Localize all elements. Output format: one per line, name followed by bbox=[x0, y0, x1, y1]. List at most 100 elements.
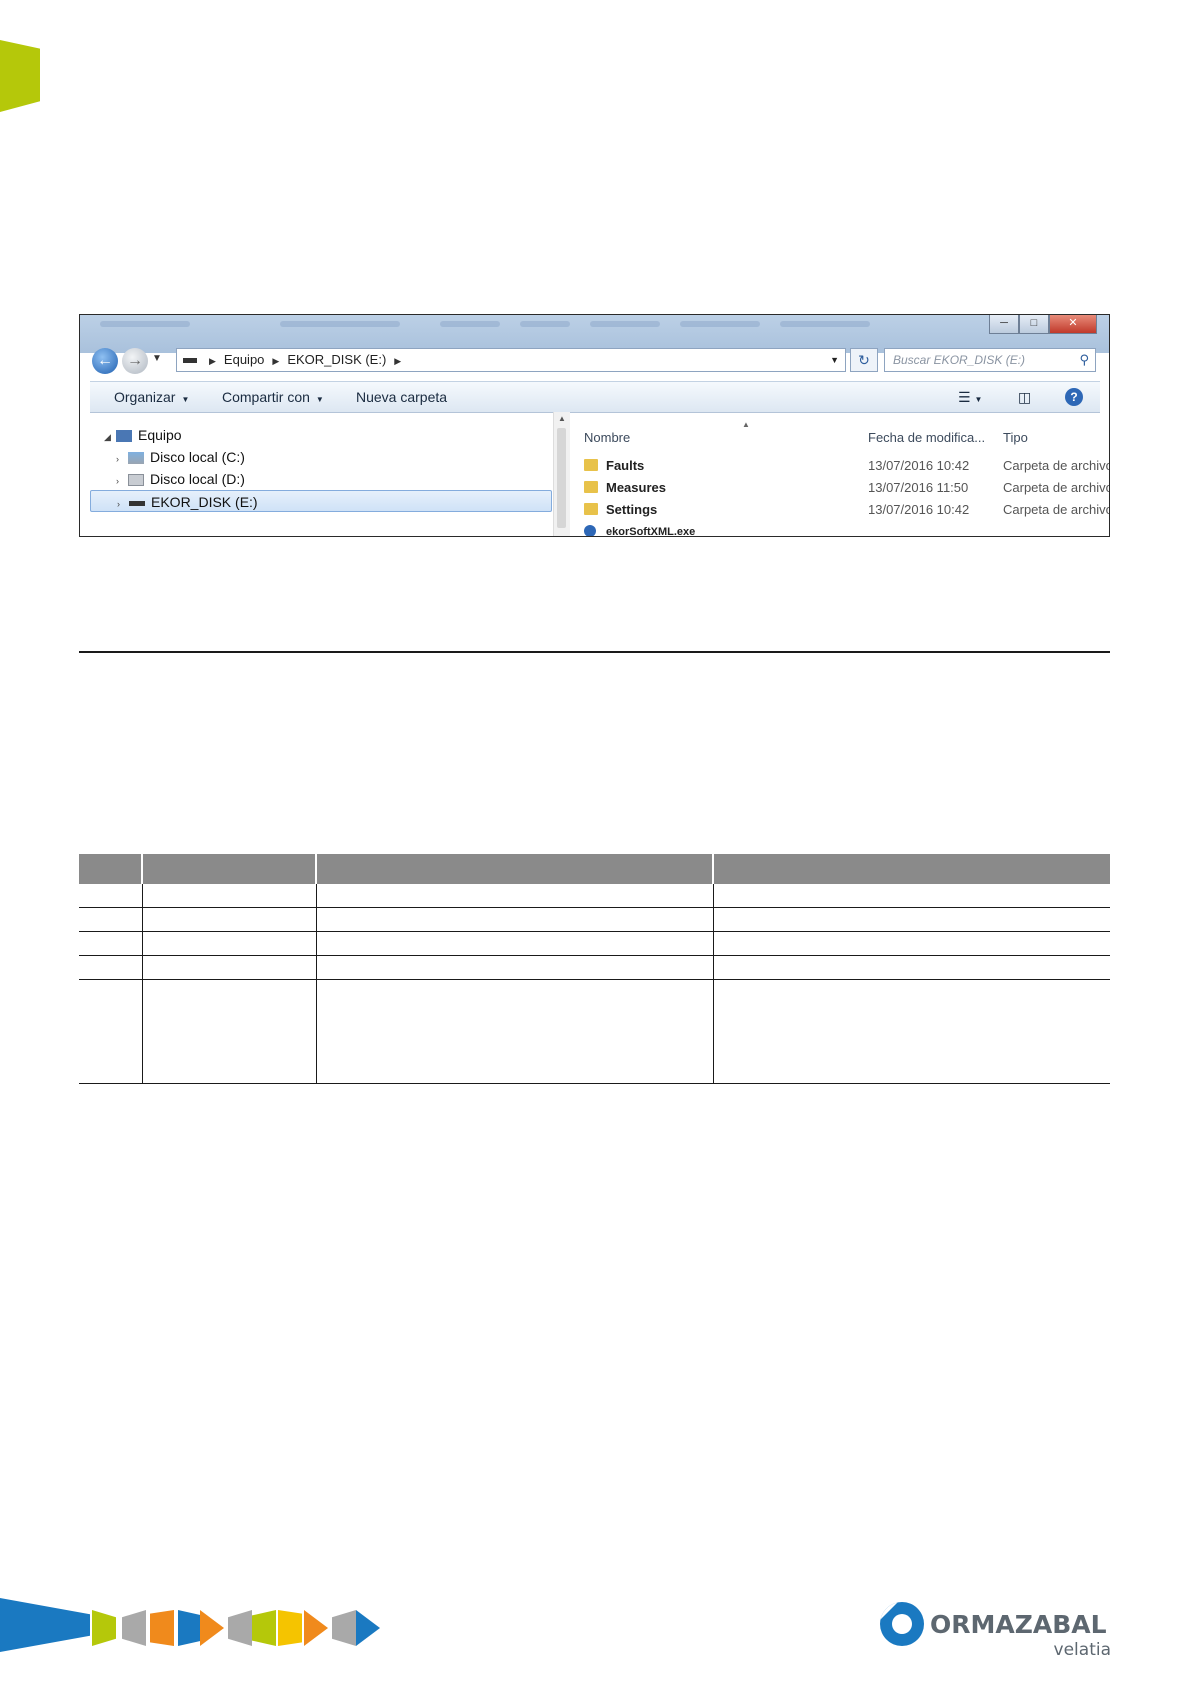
help-icon[interactable]: ? bbox=[1065, 388, 1083, 406]
address-bar[interactable]: ▶ Equipo ▶ EKOR_DISK (E:) ▶ ▼ bbox=[176, 348, 846, 372]
drive-icon bbox=[128, 452, 144, 465]
file-list: ▲ Nombre Fecha de modifica... Tipo Fault… bbox=[580, 412, 1110, 537]
column-header-type[interactable]: Tipo bbox=[1003, 430, 1028, 445]
table-cell bbox=[315, 931, 713, 956]
tree-item-computer[interactable]: ◢ Equipo bbox=[104, 424, 182, 446]
file-name: Faults bbox=[606, 458, 645, 473]
table-cell bbox=[315, 907, 713, 932]
minimize-button[interactable]: ─ bbox=[989, 315, 1019, 334]
expand-icon[interactable]: › bbox=[116, 448, 128, 470]
organize-button[interactable]: Organizar ▼ bbox=[114, 382, 189, 415]
preview-pane-icon[interactable]: ◫ bbox=[1018, 382, 1031, 412]
decor-shape bbox=[332, 1610, 356, 1646]
table-cell bbox=[79, 931, 142, 956]
table-cell bbox=[712, 907, 1110, 932]
file-row[interactable]: ekorSoftXML.exe bbox=[580, 521, 1109, 537]
table-cell bbox=[141, 931, 316, 956]
computer-icon bbox=[116, 430, 132, 443]
decor-shape bbox=[252, 1610, 276, 1646]
address-dropdown-icon[interactable]: ▼ bbox=[830, 349, 839, 371]
forward-button[interactable]: → bbox=[122, 348, 148, 374]
expand-icon[interactable]: › bbox=[117, 493, 129, 515]
decor-shape bbox=[278, 1610, 302, 1646]
file-date: 13/07/2016 10:42 bbox=[868, 458, 970, 473]
decor-shape bbox=[228, 1610, 252, 1646]
search-icon[interactable]: ⚲ bbox=[1079, 349, 1089, 371]
share-button[interactable]: Compartir con ▼ bbox=[222, 382, 324, 415]
column-header-name[interactable]: Nombre bbox=[584, 430, 630, 445]
table-cell bbox=[712, 931, 1110, 956]
decor-shape bbox=[356, 1610, 380, 1646]
table-cell bbox=[141, 884, 316, 908]
new-folder-button[interactable]: Nueva carpeta bbox=[356, 382, 447, 412]
file-name: ekorSoftXML.exe bbox=[606, 526, 696, 537]
file-row[interactable]: Settings 13/07/2016 10:42 Carpeta de arc… bbox=[580, 499, 1110, 521]
table-cell bbox=[79, 955, 142, 980]
table-header-row bbox=[79, 854, 1110, 884]
decor-shape bbox=[92, 1610, 116, 1646]
file-date: 13/07/2016 11:50 bbox=[868, 480, 969, 495]
column-header-date[interactable]: Fecha de modifica... bbox=[868, 430, 985, 445]
file-type: Carpeta de archivos bbox=[1003, 480, 1110, 495]
brand-subtitle: velatia bbox=[1053, 1640, 1111, 1660]
file-row[interactable]: Faults 13/07/2016 10:42 Carpeta de archi… bbox=[580, 455, 1110, 477]
footer-accent-bar bbox=[0, 1598, 90, 1652]
expand-icon[interactable]: › bbox=[116, 470, 128, 492]
command-bar: Organizar ▼ Compartir con ▼ Nueva carpeta … bbox=[90, 381, 1100, 413]
search-input[interactable]: Buscar EKOR_DISK (E:) ⚲ bbox=[884, 348, 1096, 372]
scroll-up-icon[interactable]: ▲ bbox=[554, 412, 570, 426]
table-row bbox=[79, 979, 1110, 1084]
address-row: ← → ▼ ▶ Equipo ▶ EKOR_DISK (E:) ▶ ▼ ↻ Buscar… bbox=[80, 345, 1109, 379]
table-header-cell bbox=[141, 854, 316, 884]
table-cell bbox=[79, 979, 142, 1084]
table-cell bbox=[712, 884, 1110, 908]
section-divider bbox=[79, 651, 1110, 653]
scrollbar-thumb[interactable] bbox=[557, 428, 566, 528]
folder-icon bbox=[584, 503, 598, 515]
usb-drive-icon bbox=[129, 500, 145, 506]
decor-shape bbox=[178, 1610, 202, 1646]
refresh-button[interactable]: ↻ bbox=[850, 348, 878, 372]
drive-icon bbox=[183, 358, 197, 364]
collapse-icon[interactable]: ◢ bbox=[104, 426, 116, 448]
recent-pages-dropdown[interactable]: ▼ bbox=[152, 353, 162, 364]
corner-accent bbox=[0, 40, 40, 112]
breadcrumb-segment[interactable]: EKOR_DISK (E:) bbox=[287, 352, 386, 367]
maximize-button[interactable]: □ bbox=[1019, 315, 1049, 334]
table-cell bbox=[141, 979, 316, 1084]
file-row[interactable]: Measures 13/07/2016 11:50 Carpeta de arc… bbox=[580, 477, 1110, 499]
sort-ascending-icon: ▲ bbox=[742, 420, 750, 429]
tree-item-drive-c[interactable]: › Disco local (C:) bbox=[116, 446, 245, 468]
table-row bbox=[79, 955, 1110, 980]
app-icon bbox=[584, 525, 596, 536]
data-table bbox=[79, 854, 1110, 1084]
table-cell bbox=[712, 979, 1110, 1084]
table-cell bbox=[141, 955, 316, 980]
file-name: Measures bbox=[606, 480, 666, 495]
decor-shape bbox=[150, 1610, 174, 1646]
table-header-cell bbox=[712, 854, 1110, 884]
back-button[interactable]: ← bbox=[92, 348, 118, 374]
file-date: 13/07/2016 10:42 bbox=[868, 502, 970, 517]
tree-item-drive-d[interactable]: › Disco local (D:) bbox=[116, 468, 245, 490]
navigation-scrollbar[interactable]: ▲ bbox=[553, 412, 570, 536]
decor-shape bbox=[122, 1610, 146, 1646]
explorer-window: ─ □ ✕ ← → ▼ ▶ Equipo ▶ EKOR_DISK (E:) ▶ ▼ ↻ … bbox=[79, 314, 1110, 537]
breadcrumb-segment[interactable]: Equipo bbox=[224, 352, 264, 367]
table-cell bbox=[712, 955, 1110, 980]
decor-shape bbox=[200, 1610, 224, 1646]
table-cell bbox=[79, 884, 142, 908]
table-row bbox=[79, 884, 1110, 908]
navigation-pane: ◢ Equipo › Disco local (C:) › Disco local (… bbox=[90, 412, 560, 536]
file-type: Carpeta de archivos bbox=[1003, 458, 1110, 473]
close-button[interactable]: ✕ bbox=[1049, 315, 1097, 334]
search-placeholder: Buscar EKOR_DISK (E:) bbox=[893, 353, 1026, 367]
view-options-icon[interactable]: ☰ ▼ bbox=[958, 382, 982, 415]
table-header-cell bbox=[79, 854, 142, 884]
file-type: Carpeta de archivos bbox=[1003, 502, 1110, 517]
brand-logo-icon bbox=[880, 1602, 924, 1646]
table-cell bbox=[315, 955, 713, 980]
tree-item-ekor-disk[interactable]: › EKOR_DISK (E:) bbox=[90, 490, 552, 512]
brand-name: ORMAZABAL bbox=[930, 1610, 1107, 1639]
table-cell bbox=[315, 884, 713, 908]
